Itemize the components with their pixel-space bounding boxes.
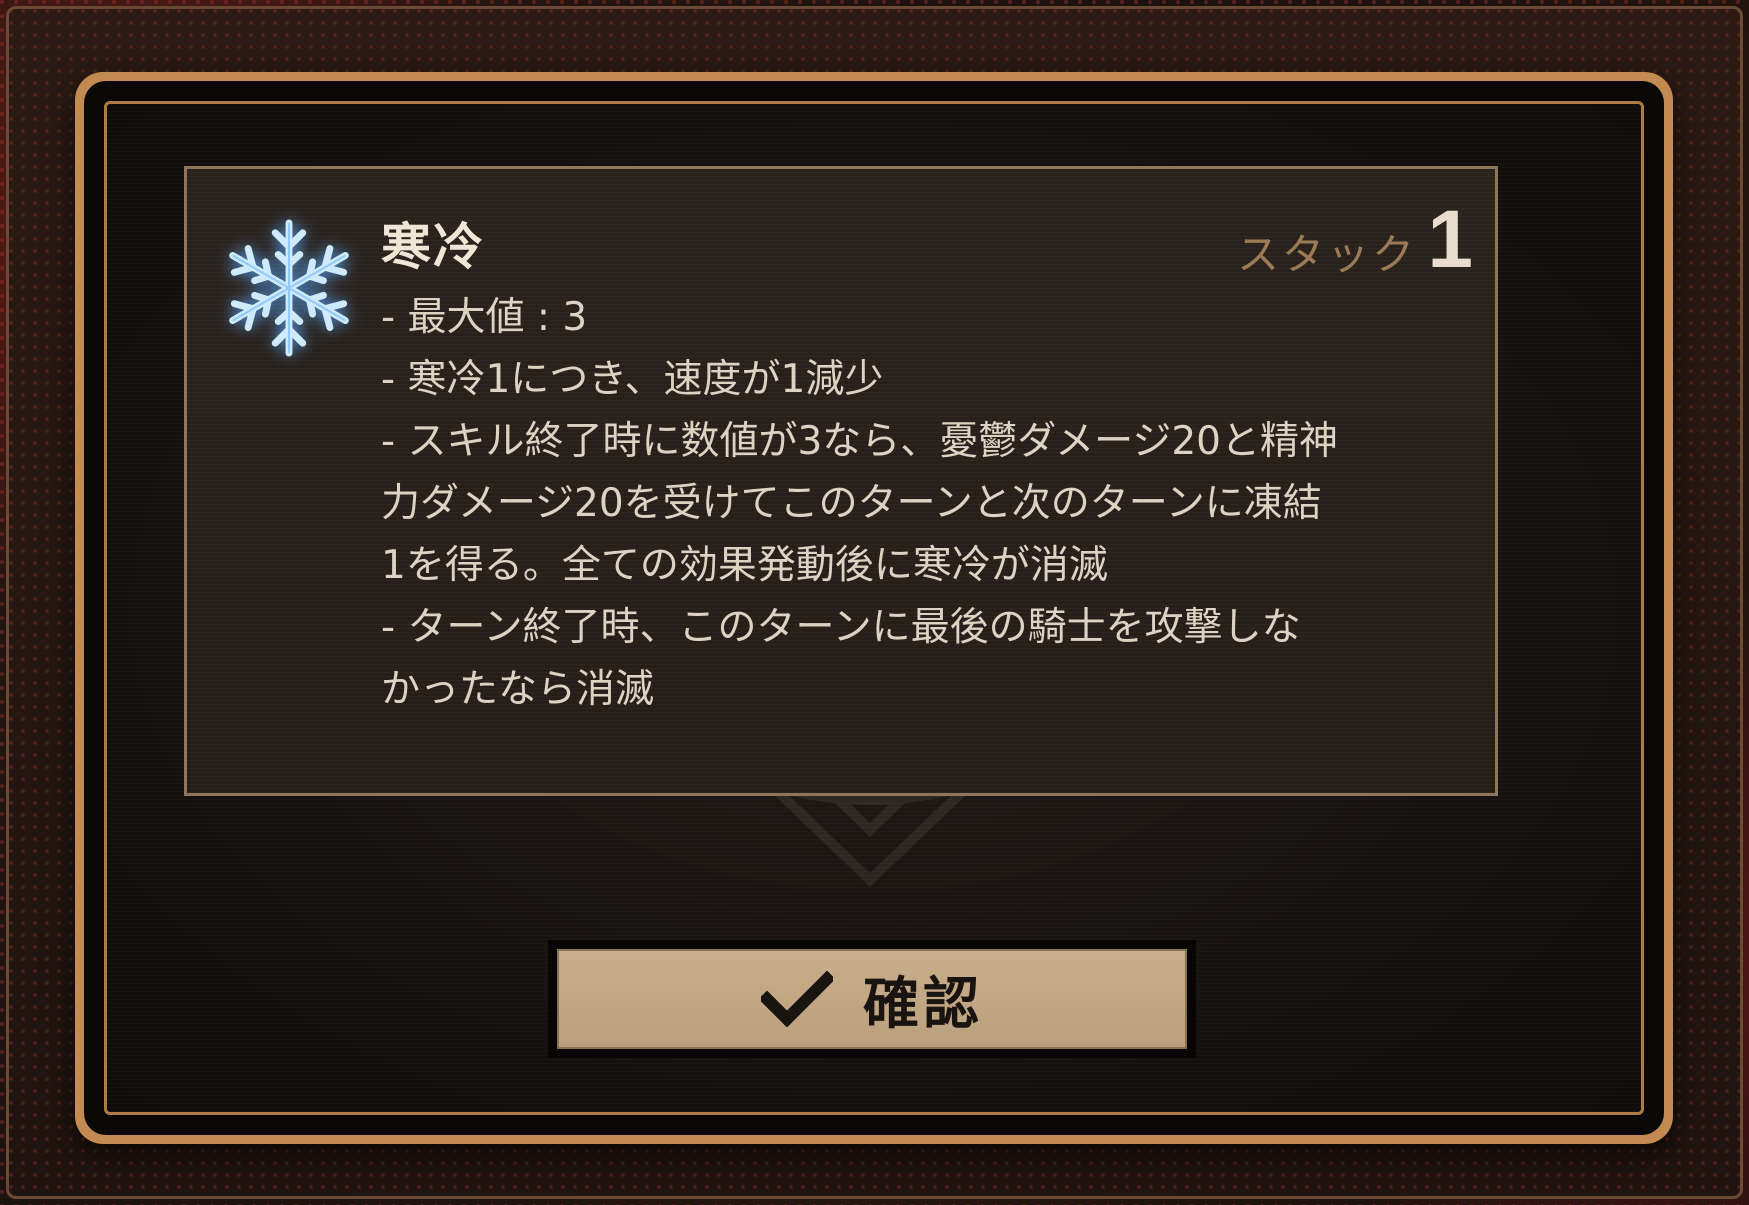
stack-label: スタック xyxy=(1236,230,1417,279)
description-line: - 寒冷1につき、速度が1減少 xyxy=(381,357,884,402)
buff-description: - 最大値 : 3 - 寒冷1につき、速度が1減少 - スキル終了時に数値が3な… xyxy=(381,287,1461,721)
buff-title: 寒冷 xyxy=(381,218,485,276)
description-line: 1を得る。全ての効果発動後に寒冷が消滅 xyxy=(381,543,1108,588)
confirm-label: 確認 xyxy=(863,971,983,1037)
snowflake-icon xyxy=(229,219,349,357)
description-line: - 最大値 : 3 xyxy=(381,295,588,340)
description-line: かったなら消滅 xyxy=(381,667,655,712)
stack-count: 1 xyxy=(1427,194,1473,285)
buff-info-card: 寒冷 スタック 1 - 最大値 : 3 - 寒冷1につき、速度が1減少 - スキ… xyxy=(184,166,1498,796)
description-line: 力ダメージ20を受けてこのターンと次のターンに凍結 xyxy=(381,481,1322,526)
description-line: - ターン終了時、このターンに最後の騎士を攻撃しな xyxy=(381,605,1301,650)
check-icon xyxy=(761,971,833,1027)
confirm-button[interactable]: 確認 xyxy=(557,949,1187,1049)
description-line: - スキル終了時に数値が3なら、憂鬱ダメージ20と精神 xyxy=(381,419,1338,464)
